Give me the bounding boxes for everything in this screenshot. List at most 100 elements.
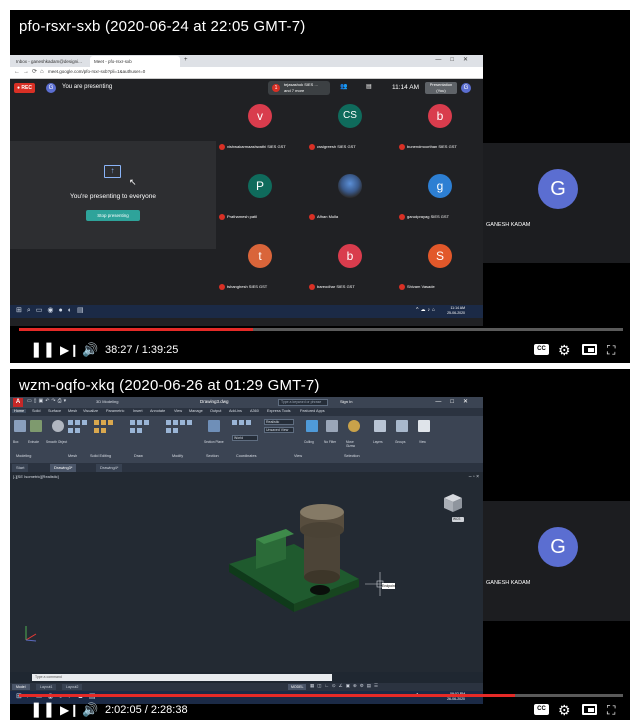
ribbon-tab-output[interactable]: Output: [210, 409, 221, 413]
exit-fullscreen-icon[interactable]: ⛶: [607, 697, 615, 720]
mesh-tool-icon[interactable]: [75, 428, 80, 433]
modify-tool-icon[interactable]: [173, 428, 178, 433]
solid-edit-icon[interactable]: [101, 420, 106, 425]
culling-icon[interactable]: [306, 420, 318, 432]
ribbon-tab-visualize[interactable]: Visualize: [83, 409, 98, 413]
mesh-tool-icon[interactable]: [75, 420, 80, 425]
gear-icon[interactable]: ⚙: [558, 697, 571, 720]
browser-tab-gmail[interactable]: Inbox - ganeshkadam@designi...: [12, 56, 88, 67]
move-gizmo-icon[interactable]: [348, 420, 360, 432]
view-icon[interactable]: [418, 420, 430, 432]
file-tab-start[interactable]: Start: [12, 464, 29, 472]
nav-buttons[interactable]: ←→⟳⌂: [14, 68, 47, 75]
pause-icon[interactable]: ❚❚: [30, 697, 55, 720]
new-tab-icon[interactable]: +: [182, 56, 192, 67]
participant-tile[interactable]: CS cssigreesh SIES GST: [307, 96, 393, 164]
miniplayer-icon[interactable]: [582, 704, 597, 715]
3d-model[interactable]: [224, 504, 364, 614]
sign-in-button[interactable]: Sign In: [340, 399, 352, 404]
participant-self-tile[interactable]: G GANESH KADAM: [483, 501, 630, 621]
draw-tool-icon[interactable]: [144, 420, 149, 425]
participant-self-tile[interactable]: G GANESH KADAM: [483, 143, 630, 263]
ribbon-tab-express-tools[interactable]: Express Tools: [267, 409, 291, 413]
viewport-controls-label[interactable]: [-][SE Isometric][Realistic]: [13, 474, 59, 479]
solid-edit-icon[interactable]: [101, 428, 106, 433]
participant-tile[interactable]: t tshanghesh SIES GST: [217, 236, 303, 304]
miniplayer-icon[interactable]: [582, 344, 597, 355]
draw-tool-icon[interactable]: [130, 428, 135, 433]
ribbon-tab-insert[interactable]: Insert: [133, 409, 143, 413]
draw-tool-icon[interactable]: [130, 420, 135, 425]
file-tab-drawing4[interactable]: Drawing4*: [96, 464, 123, 472]
group-coordinates[interactable]: Coordinates: [236, 454, 256, 458]
solid-edit-icon[interactable]: [108, 420, 113, 425]
participant-tile[interactable]: P Prathamesh patil: [217, 166, 303, 234]
window-controls[interactable]: —□✕: [435, 56, 477, 63]
layout-tab-layout2[interactable]: Layout2: [62, 684, 83, 690]
smooth-object-icon[interactable]: [52, 420, 64, 432]
participant-notification[interactable]: 1 tejasashok SIES ... and 7 more: [268, 81, 330, 95]
wcs-label[interactable]: WCS: [452, 517, 464, 522]
browser-tab-meet[interactable]: Meet - pfo-rsxr-sxb: [90, 56, 180, 67]
mesh-tool-icon[interactable]: [68, 420, 73, 425]
solid-edit-icon[interactable]: [94, 420, 99, 425]
volume-icon[interactable]: 🔊: [82, 337, 98, 363]
ribbon-tab-annotate[interactable]: Annotate: [150, 409, 165, 413]
solid-edit-icon[interactable]: [94, 428, 99, 433]
layers-icon[interactable]: [374, 420, 386, 432]
taskbar-app-icons[interactable]: ⊞⌕▭◉●◐▤: [16, 306, 89, 315]
viewcube-icon[interactable]: [442, 492, 464, 514]
layout-tab-layout1[interactable]: Layout1: [36, 684, 57, 690]
acad-search-input[interactable]: Type a keyword or phrase: [278, 399, 328, 406]
next-icon[interactable]: ▶❙: [60, 697, 79, 720]
exit-fullscreen-icon[interactable]: ⛶: [607, 337, 615, 363]
autocad-logo-icon[interactable]: A: [13, 398, 23, 407]
participant-tile[interactable]: b bunendmoorthan SIES GST: [397, 96, 483, 164]
ribbon-tab-addins[interactable]: Add-ins: [229, 409, 242, 413]
group-modify[interactable]: Modify: [172, 454, 183, 458]
mesh-tool-icon[interactable]: [82, 420, 87, 425]
modify-tool-icon[interactable]: [187, 420, 192, 425]
box-tool-icon[interactable]: [14, 420, 26, 432]
layout-tab-model[interactable]: Model: [12, 684, 30, 690]
mesh-tool-icon[interactable]: [68, 428, 73, 433]
visual-style-select[interactable]: Realistic: [264, 419, 294, 425]
groups-icon[interactable]: [396, 420, 408, 432]
ribbon-tab-home[interactable]: Home: [12, 409, 27, 413]
group-view[interactable]: View: [294, 454, 302, 458]
gear-icon[interactable]: ⚙: [558, 337, 571, 363]
ribbon-tab-manage[interactable]: Manage: [189, 409, 203, 413]
coordinates-icon[interactable]: [232, 420, 237, 425]
ribbon-tab-solid[interactable]: Solid: [32, 409, 40, 413]
modify-tool-icon[interactable]: [166, 428, 171, 433]
file-tab-drawing3[interactable]: Drawing3*: [50, 464, 77, 472]
next-icon[interactable]: ▶❙: [60, 337, 79, 363]
modify-tool-icon[interactable]: [166, 420, 171, 425]
participant-tile[interactable]: g garudprayag SIES GST: [397, 166, 483, 234]
participant-tile[interactable]: Afhan Mulla: [307, 166, 393, 234]
ribbon-tab-a360[interactable]: A360: [250, 409, 259, 413]
volume-icon[interactable]: 🔊: [82, 697, 98, 720]
drawing-viewport[interactable]: [-][SE Isometric][Realistic] – ▫ × WCS E…: [10, 472, 483, 672]
workspace-selector[interactable]: 3D Modeling: [96, 399, 118, 404]
participant-tile[interactable]: b bareodhar SIES GST: [307, 236, 393, 304]
section-plane-icon[interactable]: [208, 420, 220, 432]
draw-tool-icon[interactable]: [137, 420, 142, 425]
window-controls[interactable]: —□✕: [435, 398, 477, 405]
tray-icons[interactable]: ^☁♪⌂: [416, 307, 437, 313]
command-line-input[interactable]: Type a command: [32, 674, 332, 681]
cc-icon[interactable]: CC: [534, 344, 549, 355]
no-filter-icon[interactable]: [326, 420, 338, 432]
pause-icon[interactable]: ❚❚: [30, 337, 55, 363]
ribbon-tab-parametric[interactable]: Parametric: [106, 409, 124, 413]
ucs-select[interactable]: World: [232, 435, 258, 441]
draw-tool-icon[interactable]: [137, 428, 142, 433]
group-draw[interactable]: Draw: [134, 454, 143, 458]
status-toggle-icons[interactable]: ▦◫∟⊙∠▣⊕⚙▤☰: [310, 683, 381, 689]
people-icon[interactable]: 👥: [340, 83, 347, 90]
stop-presenting-button[interactable]: Stop presenting: [86, 210, 140, 221]
view-select[interactable]: Unsaved View: [264, 427, 294, 433]
url-field[interactable]: meet.google.com/pfo-rsxr-sxb?pli=1&authu…: [48, 69, 145, 74]
group-section[interactable]: Section: [206, 454, 219, 458]
group-mesh[interactable]: Mesh: [68, 454, 77, 458]
